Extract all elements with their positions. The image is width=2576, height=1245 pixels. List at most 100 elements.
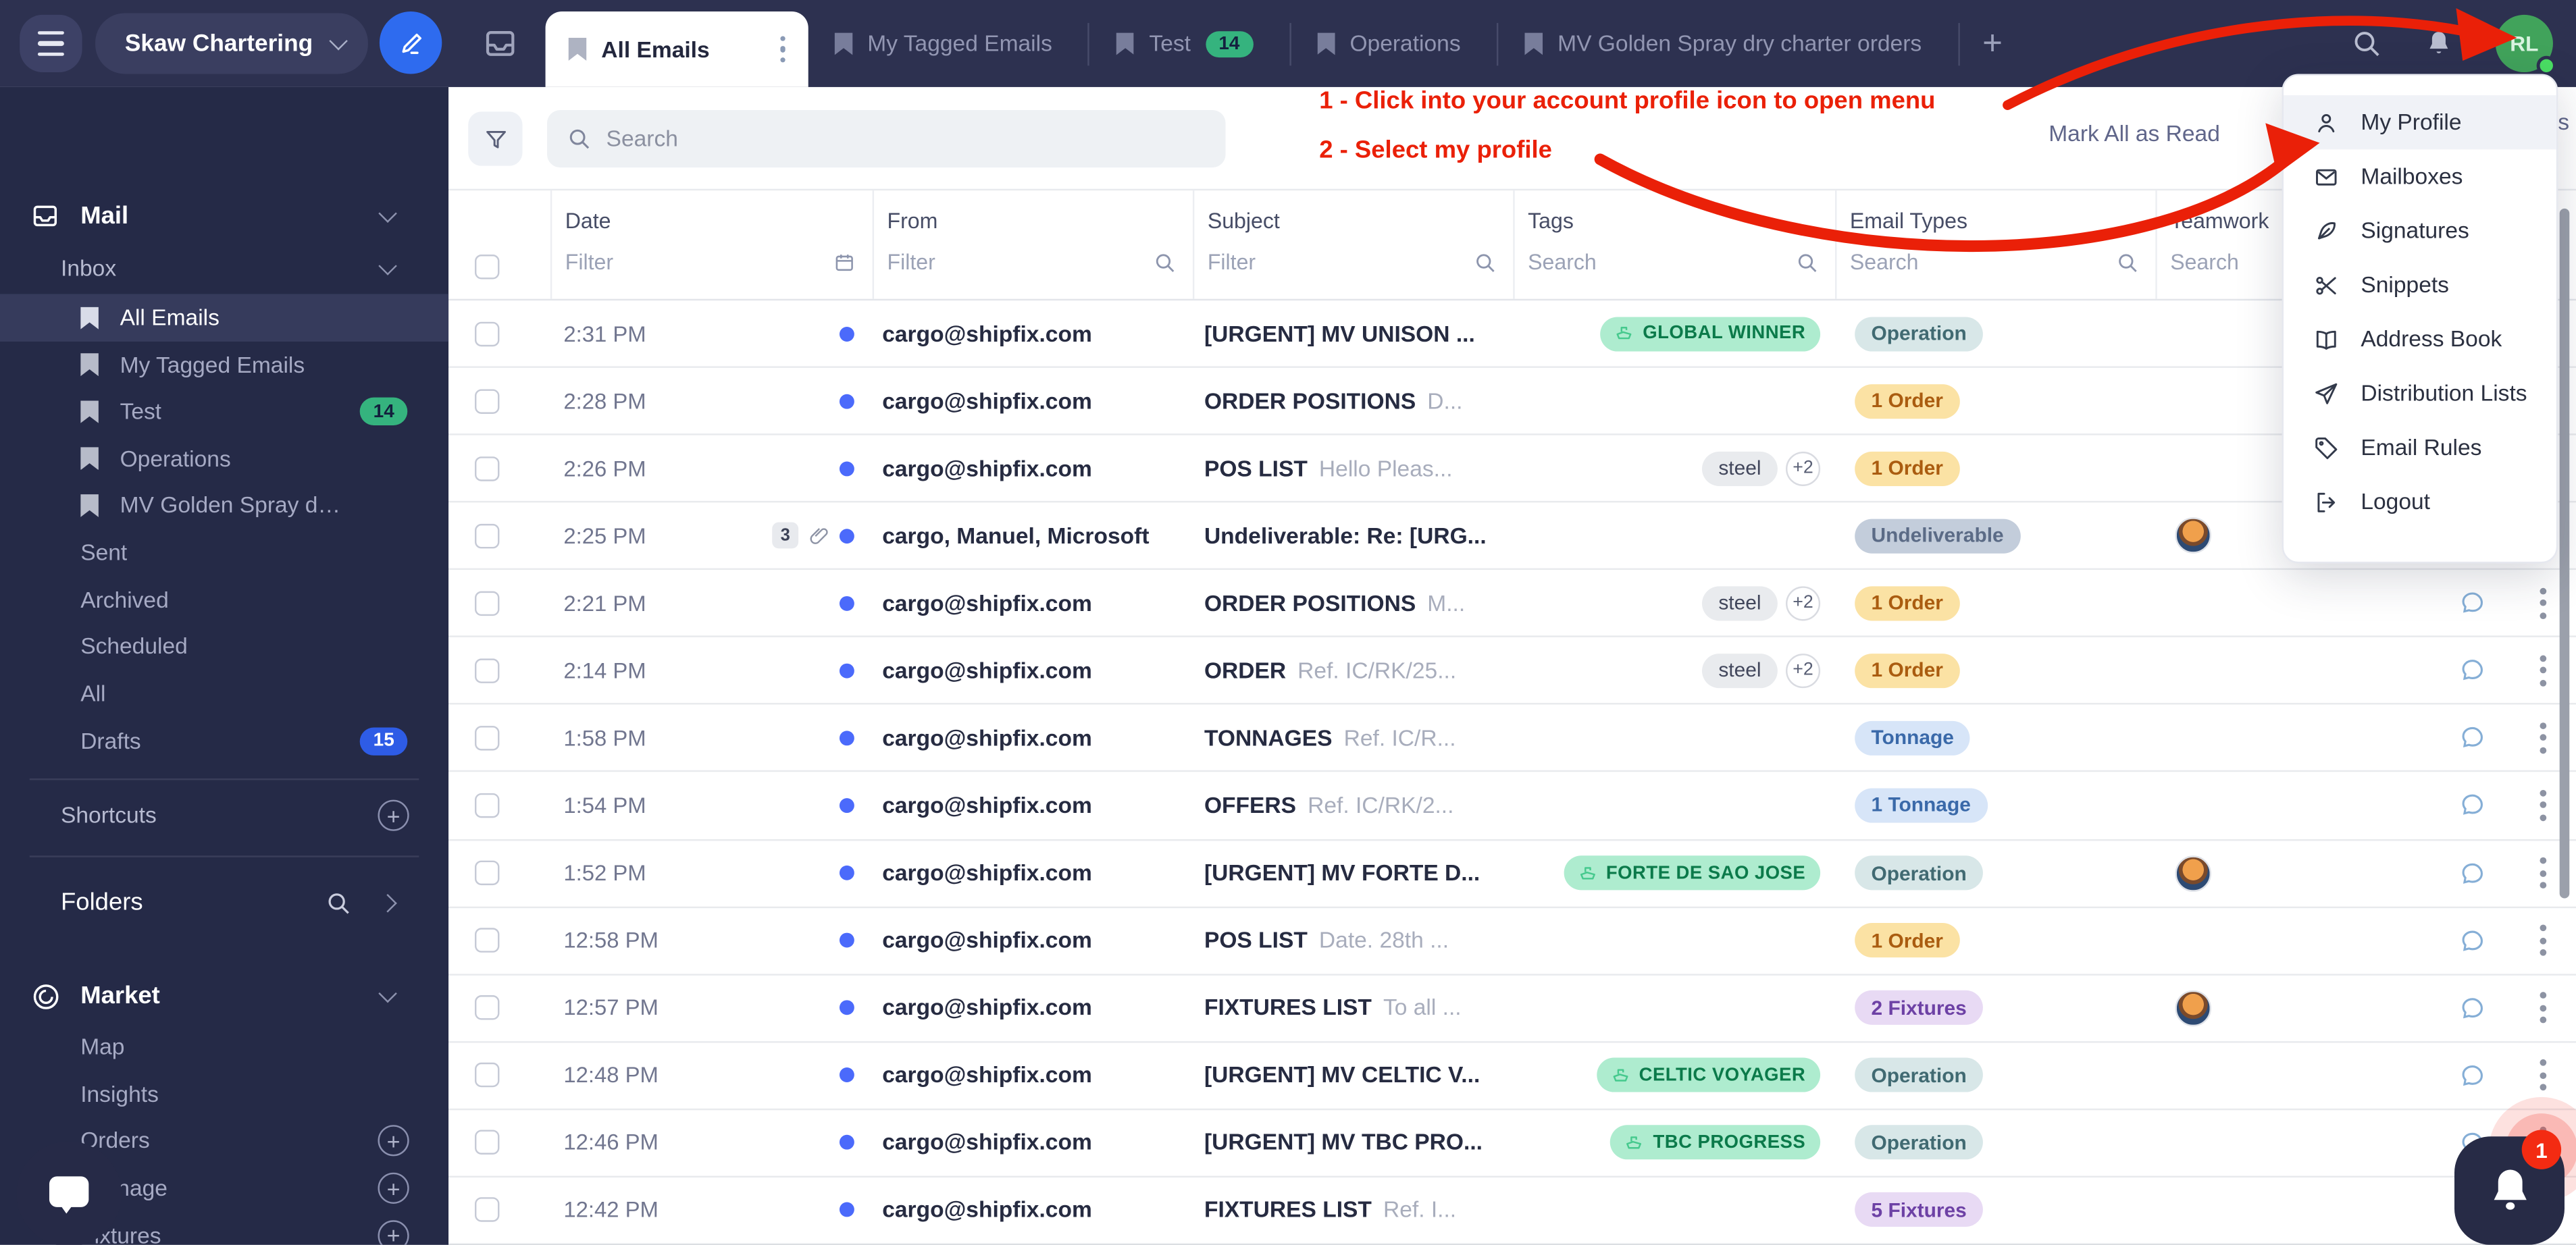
row-checkbox[interactable] [475, 321, 499, 346]
row-menu-icon[interactable] [2540, 992, 2546, 1024]
global-search-button[interactable] [2351, 28, 2382, 59]
row-checkbox[interactable] [475, 1198, 499, 1222]
vessel-tag[interactable]: GLOBAL WINNER [1600, 316, 1820, 350]
sidebar-item-mv-golden-spray-dry-c-[interactable]: MV Golden Spray dry c... [0, 482, 448, 530]
vessel-tag[interactable]: CELTIC VOYAGER [1596, 1058, 1820, 1092]
chat-bubble-icon[interactable] [2458, 723, 2488, 753]
email-type-pill[interactable]: 1 Tonnage [1855, 788, 1987, 822]
sidebar-item-sent[interactable]: Sent [0, 529, 448, 577]
email-type-pill[interactable]: Operation [1855, 1058, 1983, 1092]
row-checkbox[interactable] [475, 388, 499, 413]
chat-bubble-icon[interactable] [2458, 1061, 2488, 1090]
sidebar-item-test[interactable]: Test14 [0, 388, 448, 436]
add-shortcut-button[interactable]: + [378, 800, 409, 831]
table-row[interactable]: 12:42 PMcargo@shipfix.comFIXTURES LISTRe… [448, 1177, 2576, 1245]
table-row[interactable]: 2:31 PMcargo@shipfix.com[URGENT] MV UNIS… [448, 300, 2576, 368]
menu-item-address-book[interactable]: Address Book [2284, 312, 2556, 366]
sidebar-item-map[interactable]: Map [0, 1023, 448, 1071]
row-menu-icon[interactable] [2540, 790, 2546, 821]
chat-bubble-icon[interactable] [2458, 588, 2488, 618]
sidebar-section-shortcuts[interactable]: Shortcuts+ [0, 791, 448, 839]
row-checkbox[interactable] [475, 456, 499, 480]
add-button[interactable]: + [378, 1125, 409, 1157]
table-row[interactable]: 2:21 PMcargo@shipfix.comORDER POSITIONSM… [448, 571, 2576, 638]
menu-item-email-rules[interactable]: Email Rules [2284, 421, 2556, 475]
chat-bubble-icon[interactable] [2458, 656, 2488, 685]
menu-item-distribution-lists[interactable]: Distribution Lists [2284, 366, 2556, 420]
email-type-pill[interactable]: Tonnage [1855, 721, 1970, 756]
sidebar-item-inbox[interactable]: Inbox [0, 244, 448, 292]
row-checkbox[interactable] [475, 591, 499, 615]
column-filter-input[interactable]: Filter [887, 250, 1176, 274]
menu-item-my-profile[interactable]: My Profile [2284, 95, 2556, 149]
table-row[interactable]: 12:58 PMcargo@shipfix.comPOS LISTDate. 2… [448, 907, 2576, 975]
menu-item-logout[interactable]: Logout [2284, 475, 2556, 529]
column-filter-input[interactable]: Search [1850, 250, 2139, 274]
chat-bubble-icon[interactable] [2458, 791, 2488, 820]
vessel-tag[interactable]: TBC PROGRESS [1610, 1125, 1820, 1160]
row-checkbox[interactable] [475, 928, 499, 953]
vessel-tag[interactable]: FORTE DE SAO JOSE [1564, 855, 1820, 890]
row-menu-icon[interactable] [2540, 1060, 2546, 1091]
account-profile-avatar[interactable]: RL [2496, 15, 2553, 72]
chat-bubble-icon[interactable] [2458, 926, 2488, 955]
sidebar-section-market[interactable]: Market [0, 972, 448, 1020]
row-checkbox[interactable] [475, 523, 499, 548]
row-menu-icon[interactable] [2540, 925, 2546, 956]
workspace-selector[interactable]: Skaw Chartering [95, 13, 369, 74]
email-type-pill[interactable]: 1 Order [1855, 586, 1959, 620]
email-type-pill[interactable]: 1 Order [1855, 451, 1959, 485]
table-row[interactable]: 2:25 PM3cargo, Manuel, MicrosoftUndelive… [448, 503, 2576, 571]
table-row[interactable]: 12:46 PMcargo@shipfix.com[URGENT] MV TBC… [448, 1110, 2576, 1177]
row-checkbox[interactable] [475, 1130, 499, 1155]
more-tags-badge[interactable]: +2 [1786, 451, 1820, 485]
email-type-pill[interactable]: Undeliverable [1855, 519, 2020, 553]
support-chat-launcher[interactable] [16, 1142, 122, 1245]
chat-bubble-icon[interactable] [2458, 993, 2488, 1023]
email-type-pill[interactable]: Operation [1855, 855, 1983, 890]
column-filter-input[interactable]: Filter [565, 250, 856, 274]
more-tags-badge[interactable]: +2 [1786, 654, 1820, 688]
column-filter-input[interactable]: Filter [1208, 250, 1497, 274]
add-button[interactable]: + [378, 1173, 409, 1204]
table-row[interactable]: 12:48 PMcargo@shipfix.com[URGENT] MV CEL… [448, 1042, 2576, 1110]
select-all-checkbox[interactable] [475, 255, 499, 279]
sidebar-item-all[interactable]: All [0, 670, 448, 718]
email-type-pill[interactable]: 1 Order [1855, 383, 1959, 418]
notifications-button[interactable] [2423, 28, 2454, 59]
row-menu-icon[interactable] [2540, 722, 2546, 753]
menu-item-signatures[interactable]: Signatures [2284, 204, 2556, 258]
add-tab-button[interactable]: + [1959, 0, 2026, 87]
email-type-pill[interactable]: 1 Order [1855, 654, 1959, 688]
email-type-pill[interactable]: 1 Order [1855, 923, 1959, 957]
sidebar-item-all-emails[interactable]: All Emails [0, 294, 448, 342]
tab-options-icon[interactable] [754, 36, 785, 62]
email-type-pill[interactable]: 2 Fixtures [1855, 990, 1983, 1025]
menu-item-mailboxes[interactable]: Mailboxes [2284, 149, 2556, 203]
teammate-avatar[interactable] [2175, 518, 2211, 554]
sidebar-item-insights[interactable]: Insights [0, 1070, 448, 1118]
filter-button[interactable] [468, 111, 522, 165]
tab-test[interactable]: Test14 [1090, 0, 1289, 87]
row-checkbox[interactable] [475, 658, 499, 683]
column-filter-input[interactable]: Search [1528, 250, 1819, 274]
email-type-pill[interactable]: Operation [1855, 1125, 1983, 1160]
row-menu-icon[interactable] [2540, 857, 2546, 889]
tag[interactable]: steel [1702, 586, 1778, 620]
more-tags-badge[interactable]: +2 [1786, 586, 1820, 620]
row-menu-icon[interactable] [2540, 655, 2546, 686]
sidebar-item-operations[interactable]: Operations [0, 435, 448, 483]
sidebar-item-archived[interactable]: Archived [0, 576, 448, 624]
sidebar-section-folders[interactable]: Folders [0, 878, 448, 926]
row-checkbox[interactable] [475, 726, 499, 750]
mark-all-read-button[interactable]: Mark All as Read [2049, 122, 2220, 146]
scrollbar[interactable] [2560, 209, 2570, 899]
tab-my-tagged-emails[interactable]: My Tagged Emails [808, 0, 1089, 87]
table-row[interactable]: 12:57 PMcargo@shipfix.comFIXTURES LISTTo… [448, 975, 2576, 1042]
table-row[interactable]: 2:26 PMcargo@shipfix.comPOS LISTHello Pl… [448, 435, 2576, 503]
tab-all-emails[interactable]: All Emails [546, 11, 808, 87]
table-row[interactable]: 1:54 PMcargo@shipfix.comOFFERSRef. IC/RK… [448, 772, 2576, 840]
table-row[interactable]: 2:28 PMcargo@shipfix.comORDER POSITIONSD… [448, 368, 2576, 435]
row-menu-icon[interactable] [2540, 588, 2546, 619]
row-checkbox[interactable] [475, 861, 499, 885]
